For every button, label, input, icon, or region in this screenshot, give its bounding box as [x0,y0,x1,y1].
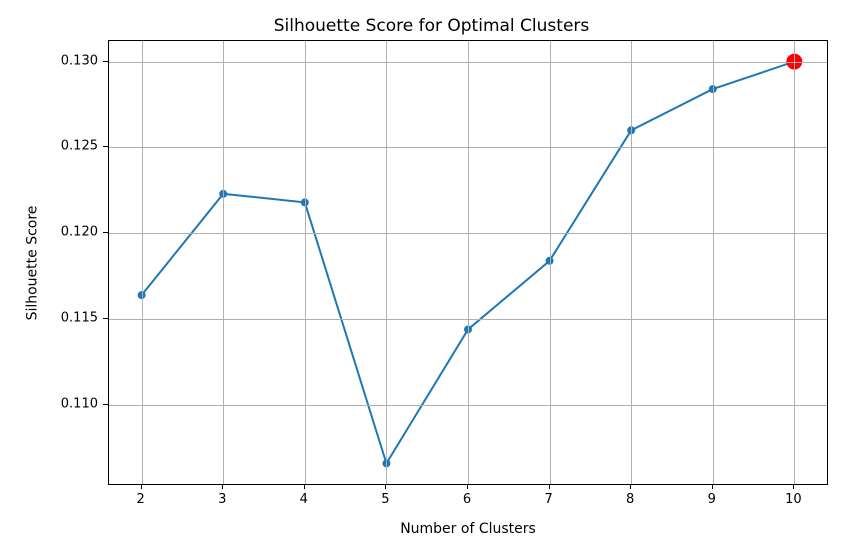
y-tick-label: 0.110 [38,397,98,412]
y-tick-mark [103,146,108,147]
grid-vertical [142,41,143,484]
grid-vertical [223,41,224,484]
x-tick-label: 4 [300,492,308,507]
y-tick-label: 0.125 [38,139,98,154]
x-tick-label: 9 [708,492,716,507]
x-tick-mark [712,484,713,489]
x-tick-mark [793,484,794,489]
chart-title: Silhouette Score for Optimal Clusters [0,16,863,36]
y-axis-label: Silhouette Score [24,205,40,320]
grid-vertical [468,41,469,484]
y-tick-mark [103,61,108,62]
x-tick-label: 2 [136,492,144,507]
grid-vertical [550,41,551,484]
figure: Silhouette Score for Optimal Clusters Si… [0,0,863,547]
plot-area [108,40,828,485]
y-axis-label-container: Silhouette Score [22,40,42,485]
x-tick-label: 10 [785,492,802,507]
x-tick-mark [304,484,305,489]
y-tick-label: 0.115 [38,311,98,326]
grid-horizontal [109,319,827,320]
x-tick-mark [141,484,142,489]
y-tick-mark [103,232,108,233]
x-tick-label: 8 [626,492,634,507]
x-tick-mark [385,484,386,489]
x-tick-mark [630,484,631,489]
grid-vertical [713,41,714,484]
y-tick-mark [103,318,108,319]
x-tick-label: 7 [544,492,552,507]
grid-vertical [386,41,387,484]
y-tick-label: 0.120 [38,225,98,240]
y-tick-label: 0.130 [38,53,98,68]
grid-horizontal [109,405,827,406]
grid-vertical [305,41,306,484]
x-tick-label: 5 [381,492,389,507]
y-tick-mark [103,404,108,405]
grid-vertical [631,41,632,484]
grid-vertical [794,41,795,484]
x-tick-label: 6 [463,492,471,507]
x-tick-mark [222,484,223,489]
x-tick-mark [467,484,468,489]
grid-horizontal [109,233,827,234]
grid-horizontal [109,147,827,148]
x-tick-label: 3 [218,492,226,507]
x-tick-mark [549,484,550,489]
x-axis-label: Number of Clusters [108,521,828,537]
grid-horizontal [109,62,827,63]
